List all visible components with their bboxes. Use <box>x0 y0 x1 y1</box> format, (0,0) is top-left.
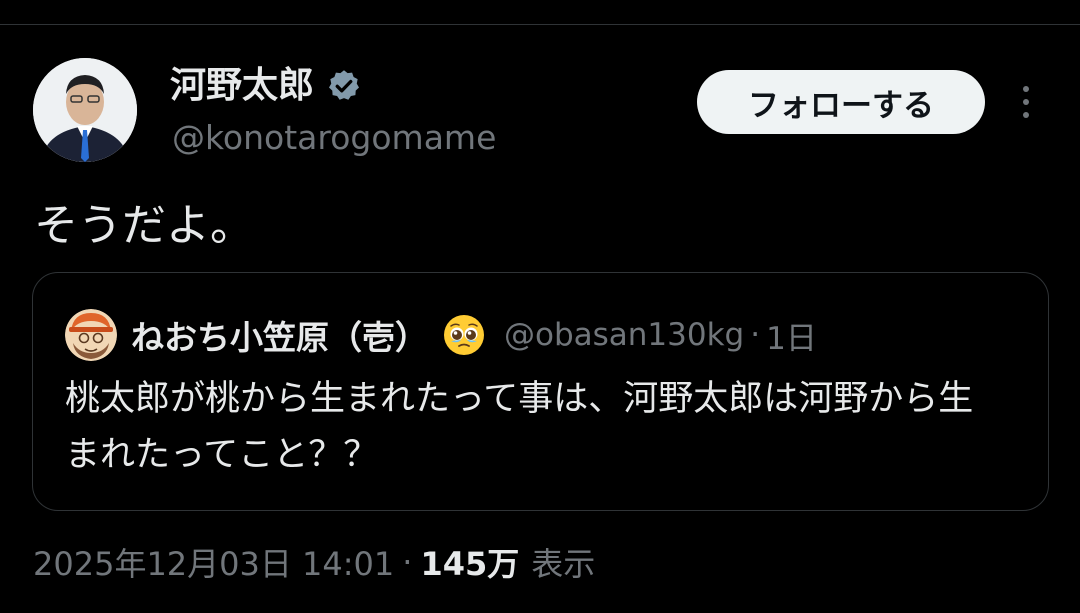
follow-button[interactable]: フォローする <box>697 70 985 134</box>
tweet-datetime[interactable]: 2025年12月03日 14:01 <box>33 539 394 585</box>
verified-badge-icon <box>326 68 362 104</box>
quoted-author-avatar <box>65 309 117 361</box>
meta-separator: · <box>402 543 413 581</box>
views-count: 145万 <box>420 545 520 583</box>
views-label: 表示 <box>531 545 596 583</box>
quoted-author-name: ねおち小笠原（壱） <box>131 318 428 357</box>
quoted-tweet-card[interactable]: ねおち小笠原（壱） @obasan130kg · 1日 桃太郎が桃から生まれたっ… <box>32 272 1049 511</box>
quoted-author-handle: @obasan130kg <box>504 317 745 353</box>
more-vertical-icon[interactable] <box>1012 80 1040 124</box>
author-avatar[interactable] <box>33 58 137 162</box>
tweet-meta: 2025年12月03日 14:01 · 145万 表示 <box>33 538 595 586</box>
tweet-page: 河野太郎 @konotarogomame フォローする そうだよ。 ねおち小笠原… <box>0 0 1080 613</box>
quoted-timestamp: 1日 <box>766 320 817 357</box>
quoted-separator: · <box>750 317 761 353</box>
top-divider <box>0 24 1080 25</box>
quoted-tweet-text: 桃太郎が桃から生まれたって事は、河野太郎は河野から生まれたってこと？？ <box>65 379 974 475</box>
pleading-face-emoji-icon <box>442 313 486 357</box>
quoted-tweet-header: ねおち小笠原（壱） @obasan130kg · 1日 <box>131 310 817 360</box>
tweet-text: そうだよ。 <box>34 200 254 251</box>
author-name-text: 河野太郎 <box>170 65 315 106</box>
author-handle[interactable]: @konotarogomame <box>172 116 496 160</box>
author-display-name[interactable]: 河野太郎 <box>170 62 362 110</box>
